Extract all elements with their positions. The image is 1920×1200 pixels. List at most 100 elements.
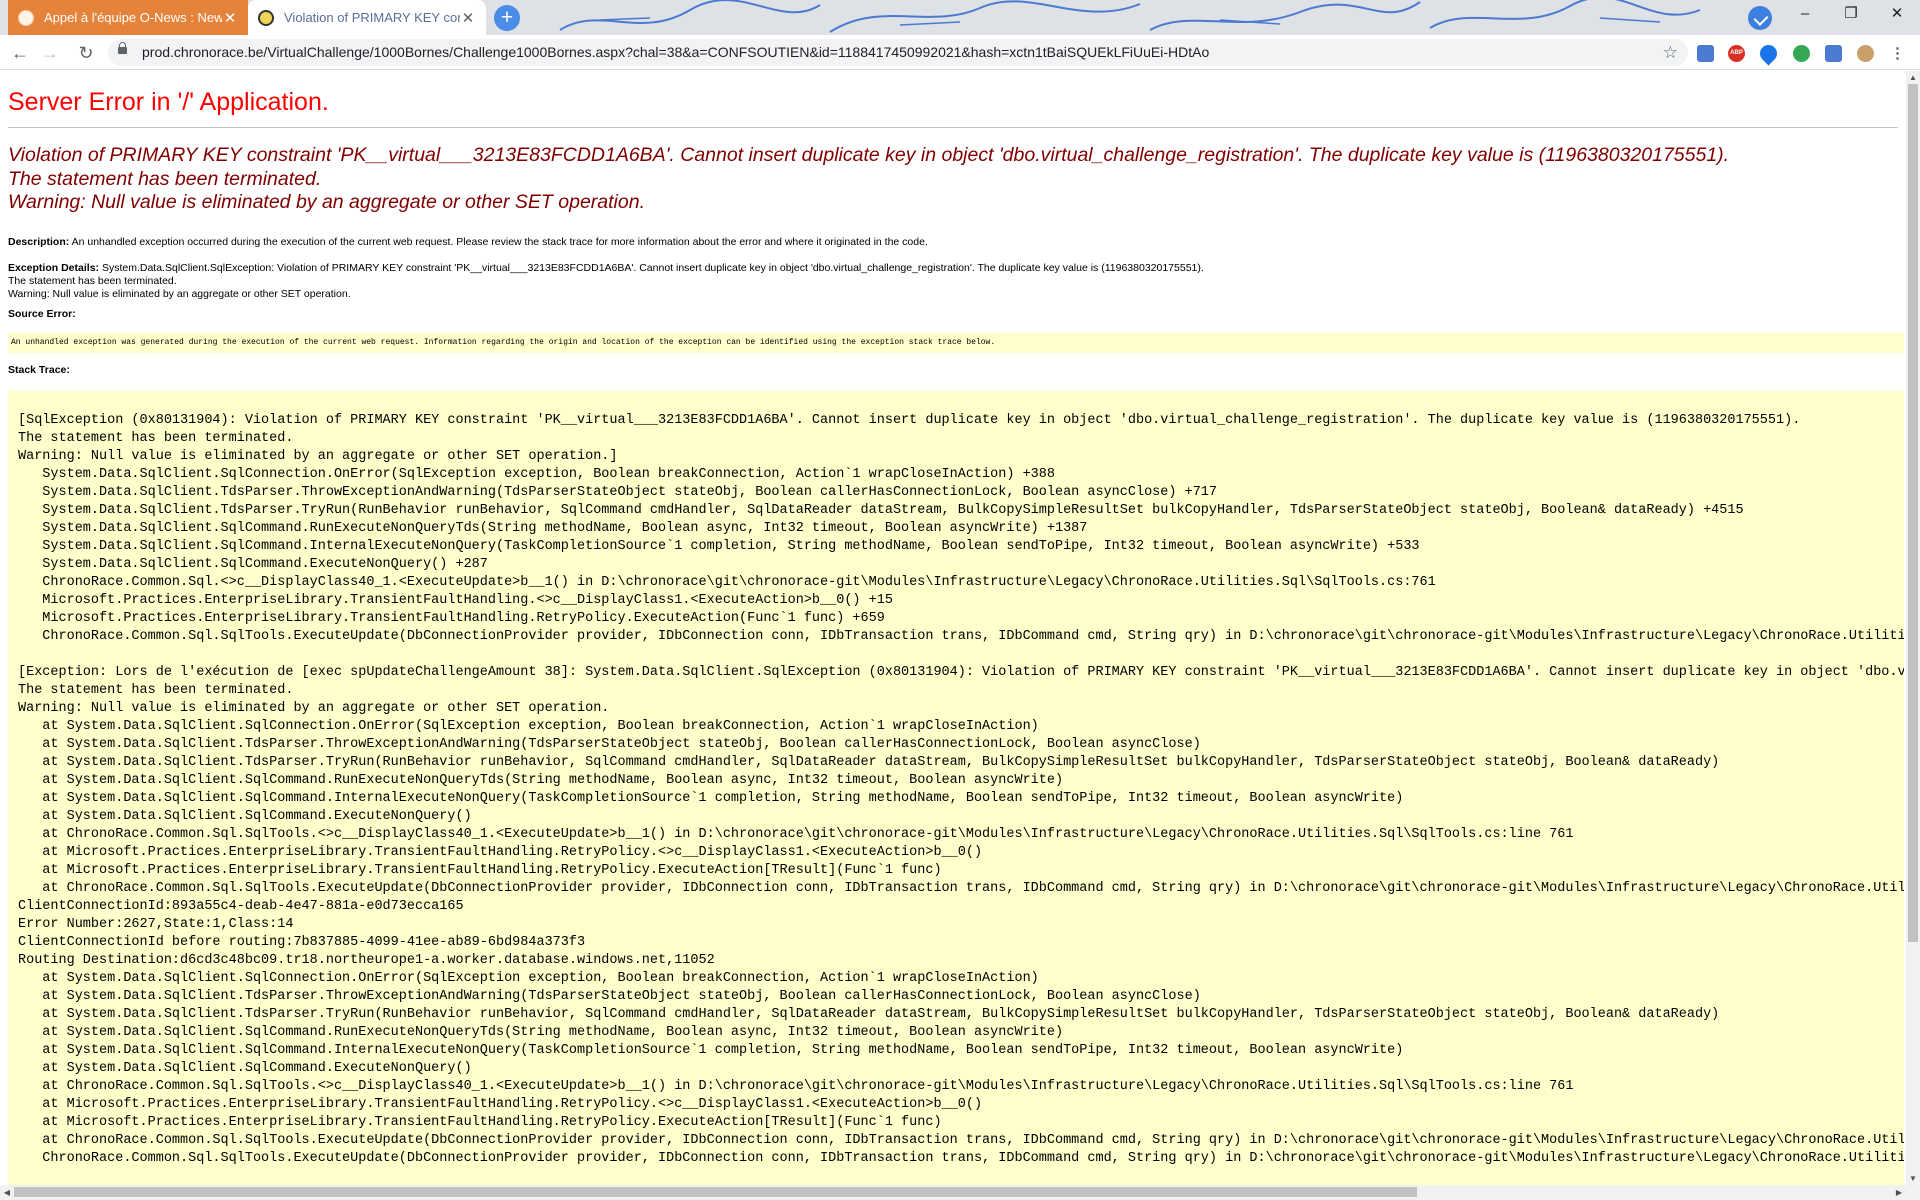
stack-trace-line: at System.Data.SqlClient.SqlCommand.Inte… xyxy=(18,1043,1404,1058)
exception-text: System.Data.SqlClient.SqlException: Viol… xyxy=(101,262,1204,274)
exception-details-section: Exception Details: System.Data.SqlClient… xyxy=(8,262,1898,301)
stack-trace-line: ChronoRace.Common.Sql.SqlTools.ExecuteUp… xyxy=(18,629,1904,644)
stack-trace-line: ChronoRace.Common.Sql.SqlTools.ExecuteUp… xyxy=(18,1151,1904,1166)
exception-line: Warning: Null value is eliminated by an … xyxy=(8,288,351,300)
stack-trace-line: Microsoft.Practices.EnterpriseLibrary.Tr… xyxy=(18,593,893,608)
stack-trace-line: at System.Data.SqlClient.SqlCommand.Exec… xyxy=(18,809,472,824)
tab-close-icon[interactable]: ✕ xyxy=(460,9,476,27)
stack-trace-line: The statement has been terminated. xyxy=(18,683,294,698)
stack-trace-line: ChronoRace.Common.Sql.<>c__DisplayClass4… xyxy=(18,575,1436,590)
stack-trace-line: at Microsoft.Practices.EnterpriseLibrary… xyxy=(18,1115,942,1130)
stack-trace-label: Stack Trace: xyxy=(8,364,70,376)
stack-trace-line: System.Data.SqlClient.SqlCommand.Execute… xyxy=(18,557,488,572)
reload-button[interactable]: ↻ xyxy=(72,39,100,67)
stack-trace-line: ClientConnectionId:893a55c4-deab-4e47-88… xyxy=(18,899,464,914)
bookmark-star-icon[interactable]: ☆ xyxy=(1663,39,1678,66)
source-error-box: An unhandled exception was generated dur… xyxy=(8,333,1904,353)
stack-trace-line: System.Data.SqlClient.TdsParser.TryRun(R… xyxy=(18,503,1744,518)
scroll-down-arrow-icon[interactable]: ▼ xyxy=(1906,1172,1920,1185)
stack-trace-line: Microsoft.Practices.EnterpriseLibrary.Tr… xyxy=(18,611,885,626)
adblock-extension-icon[interactable]: ABP xyxy=(1728,45,1745,62)
stack-trace-line: at System.Data.SqlClient.SqlCommand.RunE… xyxy=(18,1025,1064,1040)
title-divider xyxy=(8,127,1898,128)
error-heading-line: The statement has been terminated. xyxy=(8,167,322,190)
stack-trace-line: at ChronoRace.Common.Sql.SqlTools.Execut… xyxy=(18,881,1904,896)
back-button[interactable]: ← xyxy=(6,39,34,67)
stack-trace-line: at System.Data.SqlClient.TdsParser.Throw… xyxy=(18,737,1201,752)
stack-trace-line: at ChronoRace.Common.Sql.SqlTools.<>c__D… xyxy=(18,827,1574,842)
stack-trace-line: Warning: Null value is eliminated by an … xyxy=(18,449,618,464)
new-tab-button[interactable]: + xyxy=(494,5,520,31)
tab-title: Appel à l'équipe O-News : News xyxy=(44,10,222,25)
browser-toolbar: ← → ↻ prod.chronorace.be/VirtualChalleng… xyxy=(0,35,1920,70)
stack-trace-line xyxy=(18,646,1904,664)
address-bar[interactable]: prod.chronorace.be/VirtualChallenge/1000… xyxy=(108,39,1688,66)
stack-trace-line: at System.Data.SqlClient.TdsParser.TryRu… xyxy=(18,1007,1720,1022)
stack-trace-line: [Exception: Lors de l'exécution de [exec… xyxy=(18,665,1904,680)
scroll-left-arrow-icon[interactable]: ◀ xyxy=(0,1186,14,1199)
restore-button[interactable]: ❐ xyxy=(1828,0,1874,30)
onews-favicon-icon xyxy=(18,9,34,26)
stack-trace-line: Error Number:2627,State:1,Class:14 xyxy=(18,917,294,932)
tab-title: Violation of PRIMARY KEY constraint xyxy=(284,10,460,25)
url-text[interactable]: prod.chronorace.be/VirtualChallenge/1000… xyxy=(142,39,1209,66)
loading-favicon-icon xyxy=(258,9,274,26)
exception-label: Exception Details: xyxy=(8,262,100,274)
stack-trace-line: Routing Destination:d6cd3c48bc09.tr18.no… xyxy=(18,953,715,968)
stack-trace-line: The statement has been terminated. xyxy=(18,431,294,446)
menu-kebab-icon[interactable]: ⋮ xyxy=(1889,45,1906,62)
stack-trace-line: ClientConnectionId before routing:7b8378… xyxy=(18,935,586,950)
green-extension-icon[interactable] xyxy=(1793,45,1810,62)
error-heading-line: Violation of PRIMARY KEY constraint 'PK_… xyxy=(8,144,1730,166)
stack-trace-line: System.Data.SqlClient.SqlCommand.Interna… xyxy=(18,539,1420,554)
error-heading-line: Warning: Null value is eliminated by an … xyxy=(8,191,645,213)
stack-trace-line: at ChronoRace.Common.Sql.SqlTools.Execut… xyxy=(18,1133,1904,1148)
avatar[interactable] xyxy=(1857,45,1874,62)
source-error-label: Source Error: xyxy=(8,308,76,320)
stack-trace-line: at ChronoRace.Common.Sql.SqlTools.<>c__D… xyxy=(18,1079,1574,1094)
stack-trace-line: [SqlException (0x80131904): Violation of… xyxy=(18,413,1801,428)
translate-extension-icon[interactable] xyxy=(1697,45,1714,62)
lock-icon xyxy=(118,42,127,54)
forward-button[interactable]: → xyxy=(36,39,64,67)
vertical-scroll-thumb[interactable] xyxy=(1908,84,1918,942)
puzzle-extension-icon[interactable] xyxy=(1825,45,1842,62)
stack-trace-line: at System.Data.SqlClient.SqlCommand.Inte… xyxy=(18,791,1404,806)
stack-trace-box: [SqlException (0x80131904): Violation of… xyxy=(8,391,1904,1185)
drop-extension-icon[interactable] xyxy=(1756,41,1781,66)
description-section: Description: An unhandled exception occu… xyxy=(8,236,1898,249)
stack-trace-line: System.Data.SqlClient.SqlCommand.RunExec… xyxy=(18,521,1088,536)
stack-trace-line: System.Data.SqlClient.TdsParser.ThrowExc… xyxy=(18,485,1217,500)
stack-trace-line: at Microsoft.Practices.EnterpriseLibrary… xyxy=(18,1097,983,1112)
stack-trace-line: at System.Data.SqlClient.SqlConnection.O… xyxy=(18,971,1039,986)
error-heading: Violation of PRIMARY KEY constraint 'PK_… xyxy=(8,144,1903,215)
stack-trace-line: Warning: Null value is eliminated by an … xyxy=(18,701,610,716)
stack-trace-line: at Microsoft.Practices.EnterpriseLibrary… xyxy=(18,845,983,860)
vertical-scrollbar[interactable]: ▲ ▼ xyxy=(1906,71,1920,1200)
stack-trace-line: at System.Data.SqlClient.TdsParser.TryRu… xyxy=(18,755,1720,770)
scroll-up-arrow-icon[interactable]: ▲ xyxy=(1906,71,1920,84)
stack-trace-lines: [SqlException (0x80131904): Violation of… xyxy=(18,412,1904,1168)
minimize-button[interactable]: – xyxy=(1782,0,1828,30)
stack-trace-line: at System.Data.SqlClient.SqlCommand.Exec… xyxy=(18,1061,472,1076)
horizontal-scroll-thumb[interactable] xyxy=(14,1187,1417,1197)
stack-trace-line: at System.Data.SqlClient.TdsParser.Throw… xyxy=(18,989,1201,1004)
horizontal-scrollbar[interactable]: ◀ ▶ xyxy=(0,1185,1906,1200)
close-window-button[interactable]: ✕ xyxy=(1874,0,1920,30)
tab-close-icon[interactable]: ✕ xyxy=(222,9,238,27)
stack-trace-line: at Microsoft.Practices.EnterpriseLibrary… xyxy=(18,863,942,878)
tab-onews[interactable]: Appel à l'équipe O-News : News ✕ xyxy=(8,0,248,35)
exception-line: The statement has been terminated. xyxy=(8,275,177,287)
stack-trace-line: System.Data.SqlClient.SqlConnection.OnEr… xyxy=(18,467,1055,482)
description-text: An unhandled exception occurred during t… xyxy=(71,236,928,248)
profile-check-icon[interactable] xyxy=(1748,6,1772,30)
description-label: Description: xyxy=(8,236,70,248)
scroll-right-arrow-icon[interactable]: ▶ xyxy=(1892,1186,1906,1199)
stack-trace-line: at System.Data.SqlClient.SqlConnection.O… xyxy=(18,719,1039,734)
source-error-text: An unhandled exception was generated dur… xyxy=(11,338,996,347)
stack-trace-line: at System.Data.SqlClient.SqlCommand.RunE… xyxy=(18,773,1064,788)
tab-strip: Appel à l'équipe O-News : News ✕ Violati… xyxy=(0,0,1920,35)
page-content: Server Error in '/' Application. Violati… xyxy=(0,71,1906,1185)
tab-error[interactable]: Violation of PRIMARY KEY constraint ✕ xyxy=(248,0,486,35)
page-title: Server Error in '/' Application. xyxy=(8,88,329,116)
